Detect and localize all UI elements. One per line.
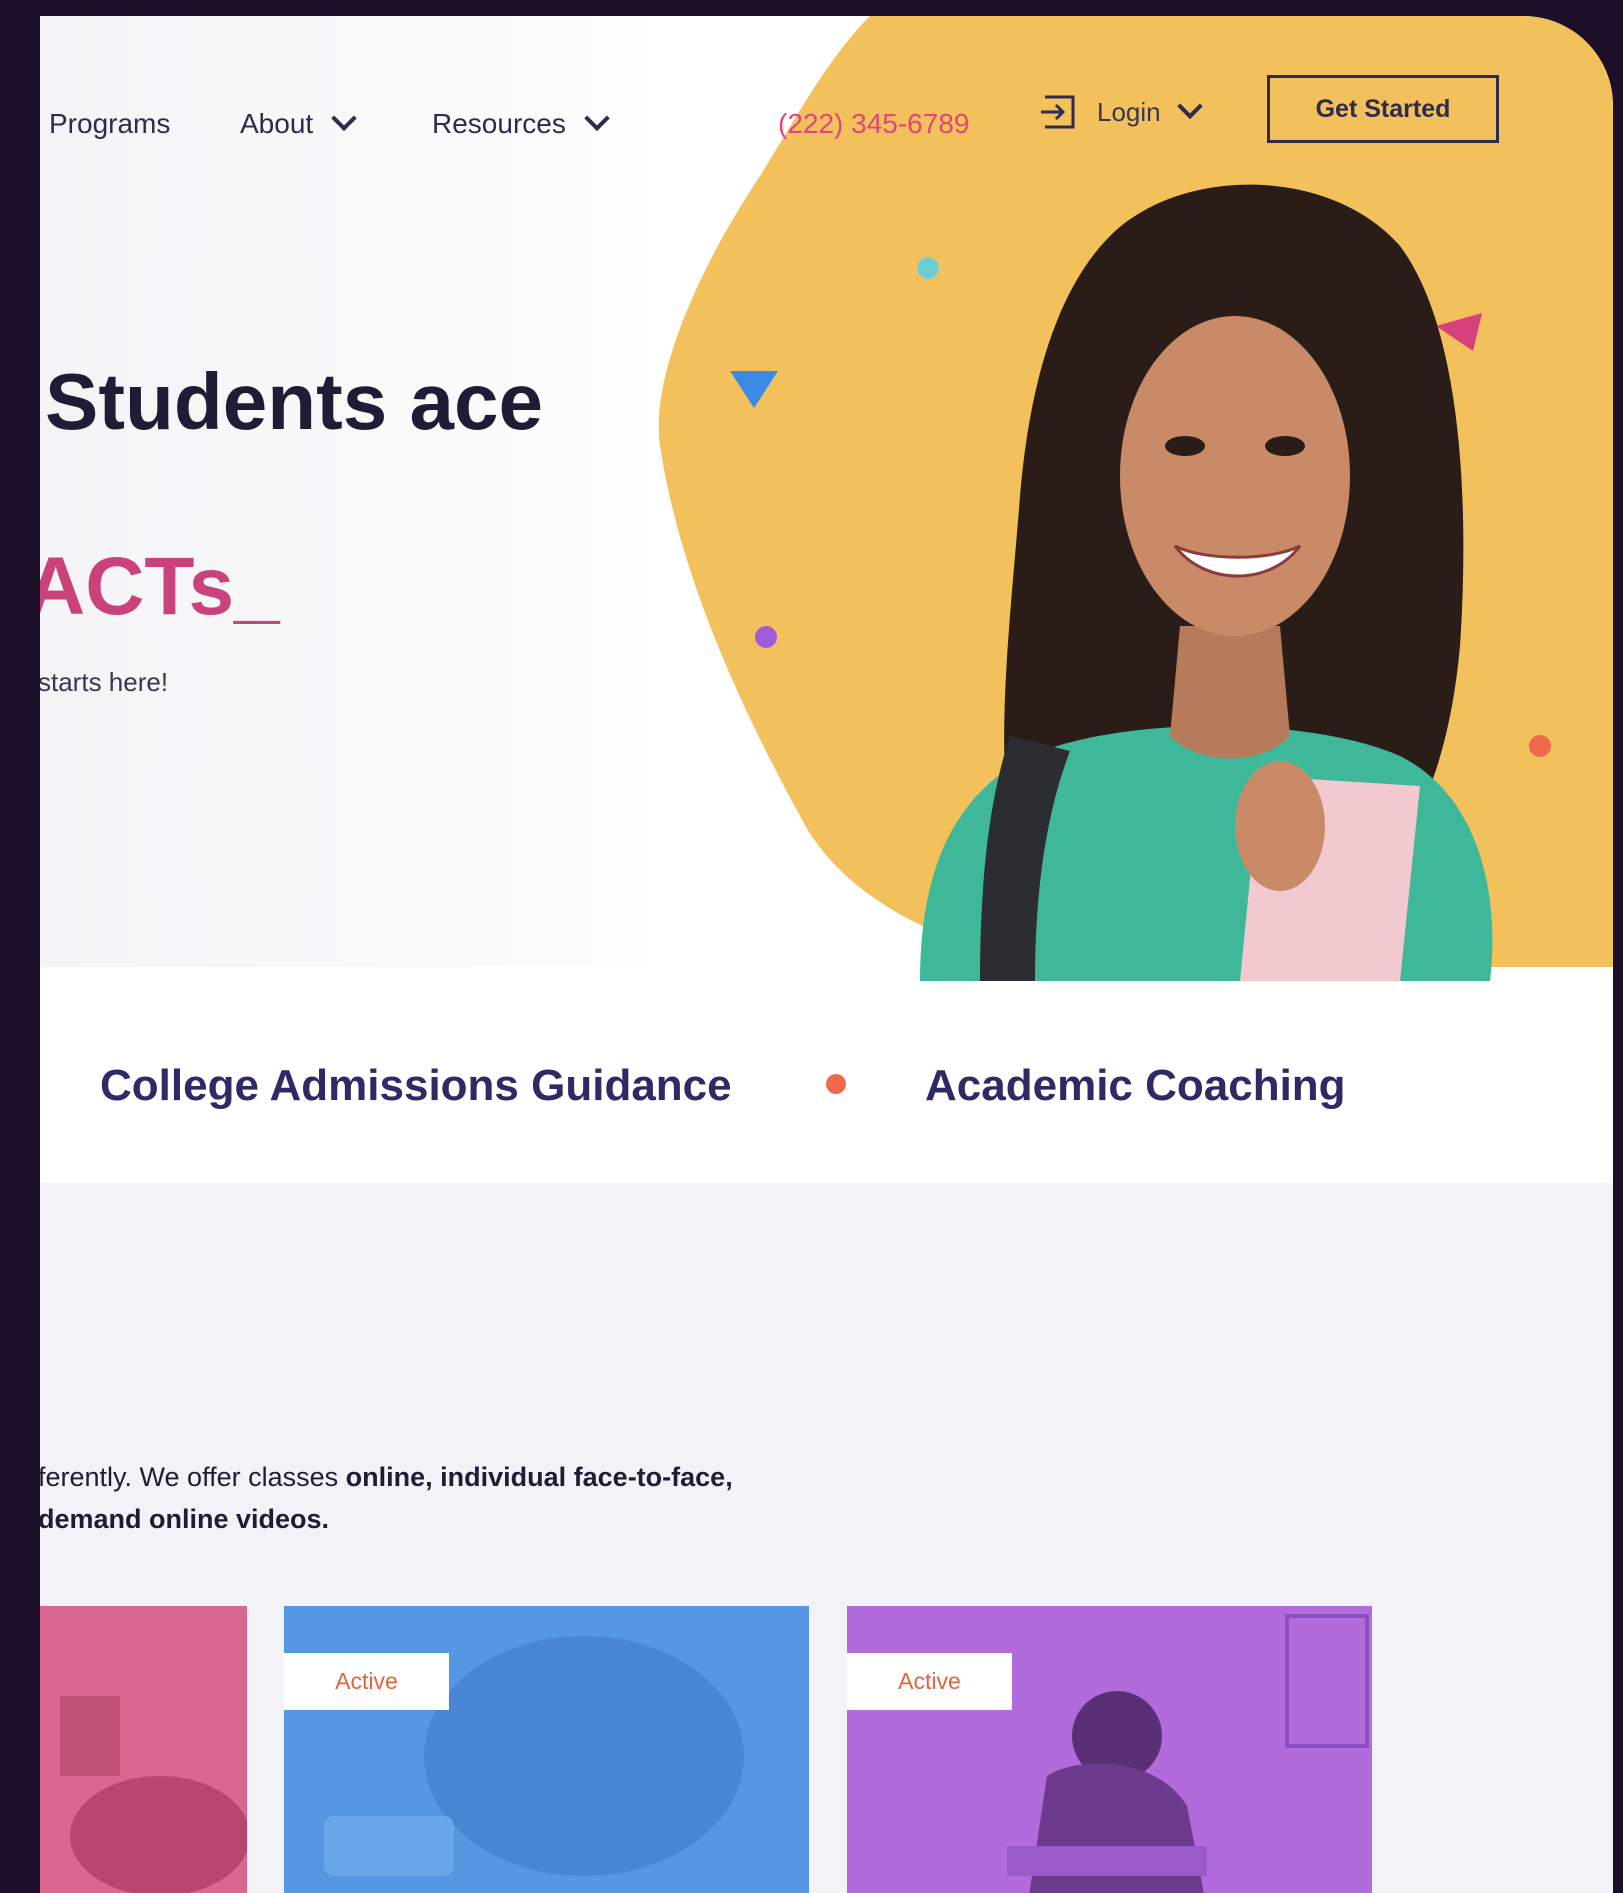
hero-section: Programs About Resources (222) 345-6789 … bbox=[40, 16, 1613, 981]
purple-dot-decoration bbox=[755, 626, 777, 648]
description-bold: demand online videos. bbox=[40, 1504, 330, 1534]
program-card[interactable] bbox=[40, 1606, 247, 1893]
nav-resources-label: Resources bbox=[432, 108, 566, 139]
chevron-down-icon bbox=[331, 105, 357, 132]
login-icon bbox=[1041, 95, 1075, 129]
program-card[interactable]: Active bbox=[284, 1606, 809, 1893]
nav-programs-label: Programs bbox=[49, 108, 171, 139]
description-text: ferently. We offer classes bbox=[40, 1462, 346, 1492]
service-college-admissions[interactable]: College Admissions Guidance bbox=[100, 1061, 732, 1111]
phone-link[interactable]: (222) 345-6789 bbox=[778, 108, 969, 140]
card-image bbox=[324, 1636, 744, 1876]
nav-about[interactable]: About bbox=[240, 105, 357, 140]
service-academic-coaching[interactable]: Academic Coaching bbox=[925, 1061, 1346, 1111]
status-badge: Active bbox=[284, 1653, 449, 1710]
card-image bbox=[1007, 1614, 1369, 1893]
description-bold: online, individual face-to-face, bbox=[345, 1462, 733, 1492]
nav-about-label: About bbox=[240, 108, 314, 139]
hero-rotating-word: ACTs_ bbox=[40, 541, 280, 632]
chevron-down-icon bbox=[584, 105, 610, 132]
login-label: Login bbox=[1097, 96, 1161, 127]
hero-headline: Students ace bbox=[45, 357, 543, 446]
browser-viewport: Programs About Resources (222) 345-6789 … bbox=[40, 16, 1613, 1893]
program-card[interactable]: Active bbox=[847, 1606, 1372, 1893]
nav-resources[interactable]: Resources bbox=[432, 105, 610, 140]
get-started-button[interactable]: Get Started bbox=[1267, 75, 1499, 143]
chevron-down-icon bbox=[1176, 93, 1203, 120]
nav-programs[interactable]: Programs bbox=[49, 108, 170, 140]
login-menu[interactable]: Login bbox=[1039, 93, 1203, 130]
separator-dot bbox=[826, 1074, 846, 1094]
student-photo bbox=[920, 184, 1493, 981]
card-image bbox=[60, 1696, 247, 1893]
programs-description: ferently. We offer classes online, indiv… bbox=[40, 1456, 733, 1540]
hero-subtitle: starts here! bbox=[40, 667, 169, 697]
status-badge: Active bbox=[847, 1653, 1012, 1710]
